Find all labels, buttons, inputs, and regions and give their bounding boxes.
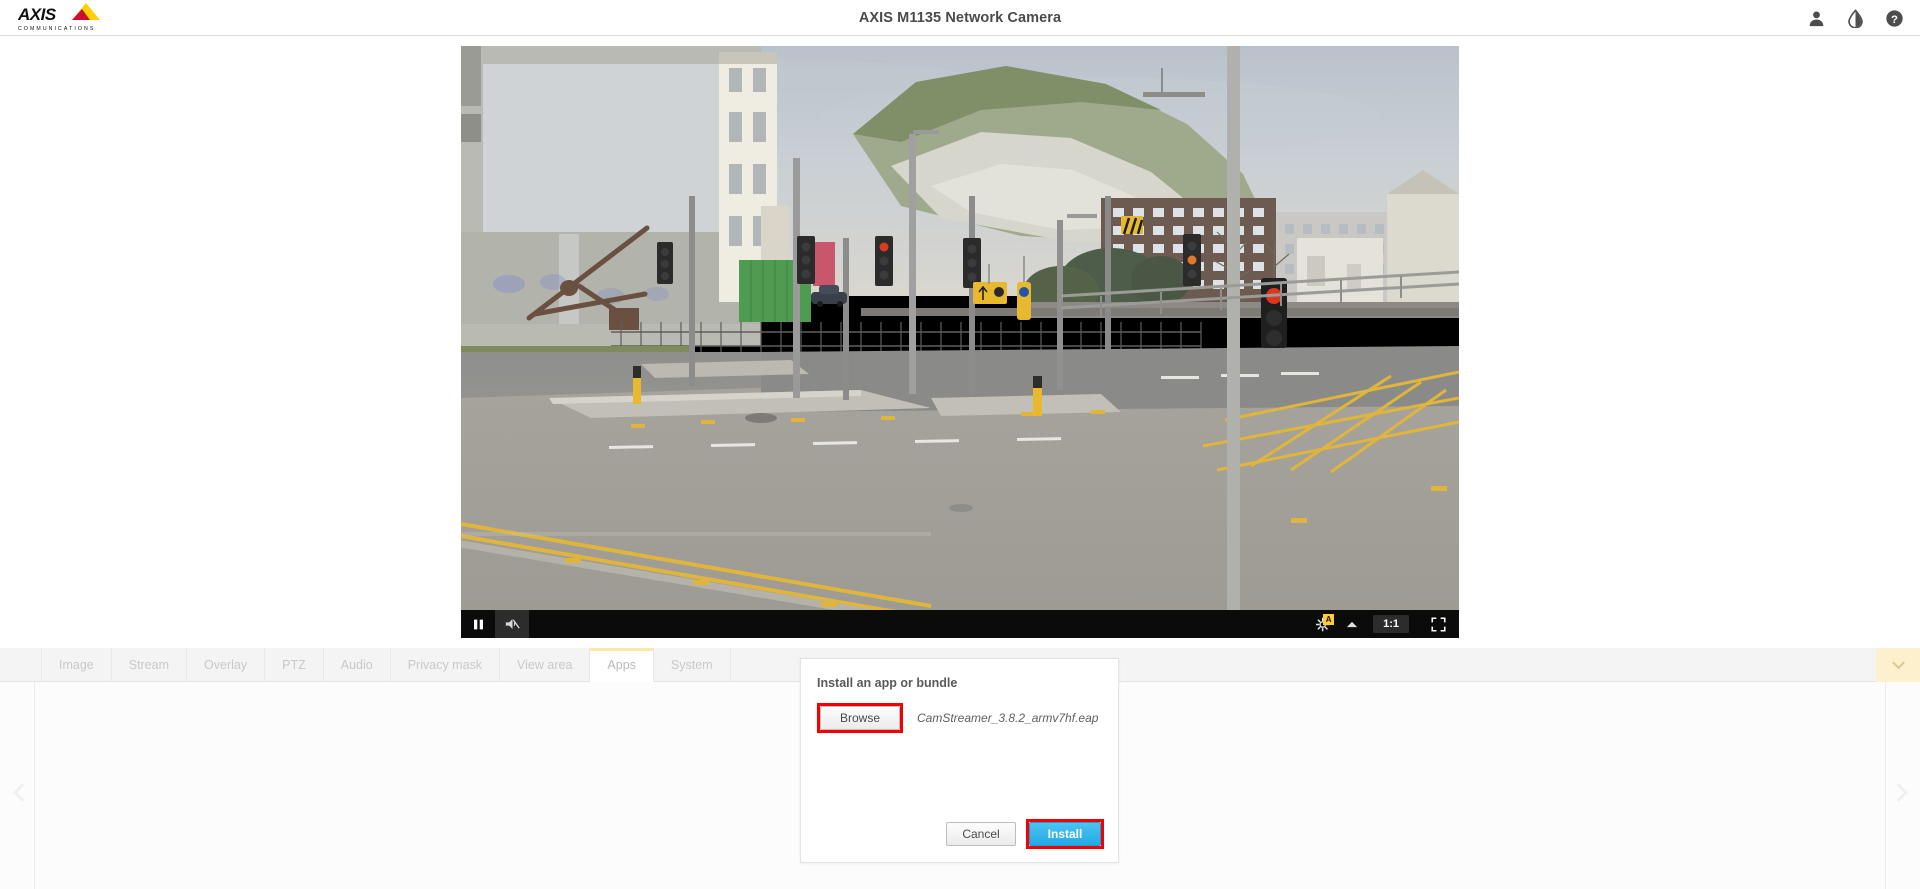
live-video-player[interactable]: A 1:1 (461, 46, 1459, 638)
panel-collapse-button[interactable] (1876, 648, 1920, 682)
tab-view-area[interactable]: View area (500, 648, 590, 682)
controls-spacer (529, 610, 1307, 638)
chevron-right-icon (1895, 782, 1908, 803)
svg-text:?: ? (1891, 13, 1898, 25)
help-icon[interactable]: ? (1885, 9, 1904, 28)
settings-gear-icon[interactable]: A (1307, 610, 1339, 638)
dialog-title: Install an app or bundle (817, 676, 957, 690)
tab-system[interactable]: System (654, 648, 731, 682)
content-right-rule (1885, 682, 1886, 889)
tab-ptz[interactable]: PTZ (265, 648, 324, 682)
previous-page-arrow[interactable] (6, 772, 32, 812)
pause-button[interactable] (461, 610, 495, 638)
browse-row: Browse CamStreamer_3.8.2_armv7hf.eap (817, 703, 1098, 733)
chevron-up-icon[interactable] (1339, 610, 1365, 638)
selected-filename: CamStreamer_3.8.2_armv7hf.eap (917, 711, 1098, 725)
header-icon-group: ? (1807, 0, 1904, 36)
tab-apps[interactable]: Apps (590, 648, 654, 682)
cancel-button[interactable]: Cancel (946, 822, 1016, 846)
tab-image[interactable]: Image (41, 648, 112, 682)
install-button[interactable]: Install (1029, 822, 1101, 846)
app-header: AXIS COMMUNICATIONS AXIS M1135 Network C… (0, 0, 1920, 36)
tab-stream[interactable]: Stream (112, 648, 187, 682)
aspect-ratio-button[interactable]: 1:1 (1373, 615, 1409, 633)
install-highlight: Install (1026, 819, 1104, 849)
user-icon[interactable] (1807, 9, 1826, 28)
video-controls: A 1:1 (461, 610, 1459, 638)
next-page-arrow[interactable] (1888, 772, 1914, 812)
fullscreen-icon[interactable] (1417, 610, 1459, 638)
chevron-left-icon (13, 782, 26, 803)
chevron-down-icon (1891, 660, 1906, 670)
video-scene (461, 46, 1459, 638)
install-app-dialog: Install an app or bundle Browse CamStrea… (800, 658, 1119, 863)
tab-audio[interactable]: Audio (324, 648, 391, 682)
contrast-icon[interactable] (1846, 9, 1865, 28)
dialog-footer: Cancel Install (946, 819, 1104, 849)
tab-privacy-mask[interactable]: Privacy mask (391, 648, 500, 682)
tab-list: Image Stream Overlay PTZ Audio Privacy m… (41, 648, 731, 682)
settings-badge: A (1323, 614, 1334, 625)
mute-toggle-icon[interactable] (495, 610, 529, 638)
browse-button[interactable]: Browse (820, 706, 900, 730)
browse-highlight: Browse (817, 703, 903, 733)
tab-overlay[interactable]: Overlay (187, 648, 265, 682)
content-left-rule (34, 682, 35, 889)
page-title: AXIS M1135 Network Camera (0, 0, 1920, 36)
